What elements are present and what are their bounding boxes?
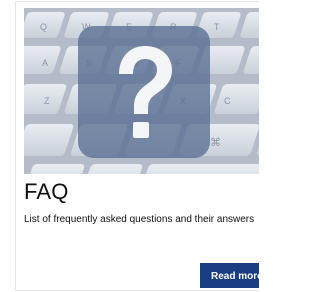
key-label: C [224, 96, 231, 106]
faq-card[interactable]: Q W E R T A S D F Z X C ⌘ FAQ List of [0, 0, 259, 292]
key-label: Z [44, 96, 50, 106]
key-label: T [214, 22, 220, 32]
key-label: Q [40, 22, 47, 32]
key-label: A [42, 58, 48, 68]
card-title: FAQ [24, 179, 69, 204]
card-description: List of frequently asked questions and t… [24, 214, 255, 225]
card-image[interactable]: Q W E R T A S D F Z X C ⌘ [24, 8, 259, 174]
keyboard-illustration: Q W E R T A S D F Z X C ⌘ [24, 8, 259, 174]
read-more-button[interactable]: Read more [200, 263, 259, 288]
command-key-label: ⌘ [210, 137, 221, 149]
